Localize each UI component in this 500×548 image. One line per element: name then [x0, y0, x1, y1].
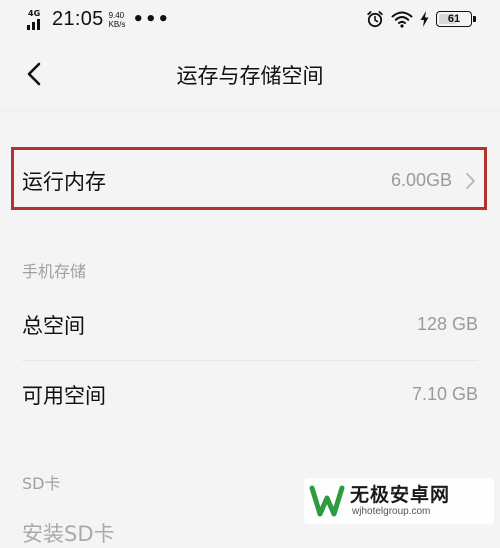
status-time: 21:05: [52, 8, 104, 30]
install-sd-card-label: 安装SD卡: [22, 522, 115, 546]
more-notifications-icon: •••: [132, 8, 170, 30]
alarm-icon: [367, 11, 383, 28]
ram-label: 运行内存: [22, 170, 106, 194]
cellular-signal-icon: 4G: [26, 9, 46, 31]
status-bar: 4G 21:05 9.40 KB/s ••• 61: [0, 0, 500, 40]
battery-percent: 61: [447, 13, 461, 25]
network-speed-value: 9.40: [108, 10, 125, 20]
watermark-name: 无极安卓网: [350, 484, 451, 506]
sd-card-section-label: SD卡: [22, 474, 61, 493]
ram-row[interactable]: 运行内存 6.00GB: [0, 148, 500, 212]
top-app-bar: 运存与存储空间: [0, 40, 500, 111]
network-speed: 9.40 KB/s: [109, 11, 126, 29]
charging-icon: [420, 11, 429, 27]
network-type: 4G: [28, 8, 41, 18]
network-speed-unit: KB/s: [108, 19, 126, 29]
status-left: 4G 21:05 9.40 KB/s •••: [26, 8, 170, 31]
watermark: 无极安卓网 wjhotelgroup.com: [304, 478, 494, 524]
wifi-icon: [391, 11, 413, 28]
watermark-url: wjhotelgroup.com: [352, 506, 431, 517]
divider: [22, 360, 478, 361]
total-space-value: 128 GB: [416, 314, 478, 334]
total-space-label: 总空间: [22, 314, 85, 338]
available-space-value: 7.10 GB: [411, 384, 478, 404]
total-space-row: 总空间 128 GB: [0, 296, 500, 352]
available-space-label: 可用空间: [22, 384, 106, 408]
status-right: 61: [366, 10, 476, 28]
battery-icon: 61: [436, 11, 476, 27]
page-title: 运存与存储空间: [176, 64, 324, 88]
chevron-right-icon: [466, 173, 475, 189]
phone-storage-section-label: 手机存储: [22, 262, 87, 281]
available-space-row: 可用空间 7.10 GB: [0, 368, 500, 424]
ram-value: 6.00GB: [390, 170, 452, 190]
watermark-logo-icon: [309, 485, 345, 517]
